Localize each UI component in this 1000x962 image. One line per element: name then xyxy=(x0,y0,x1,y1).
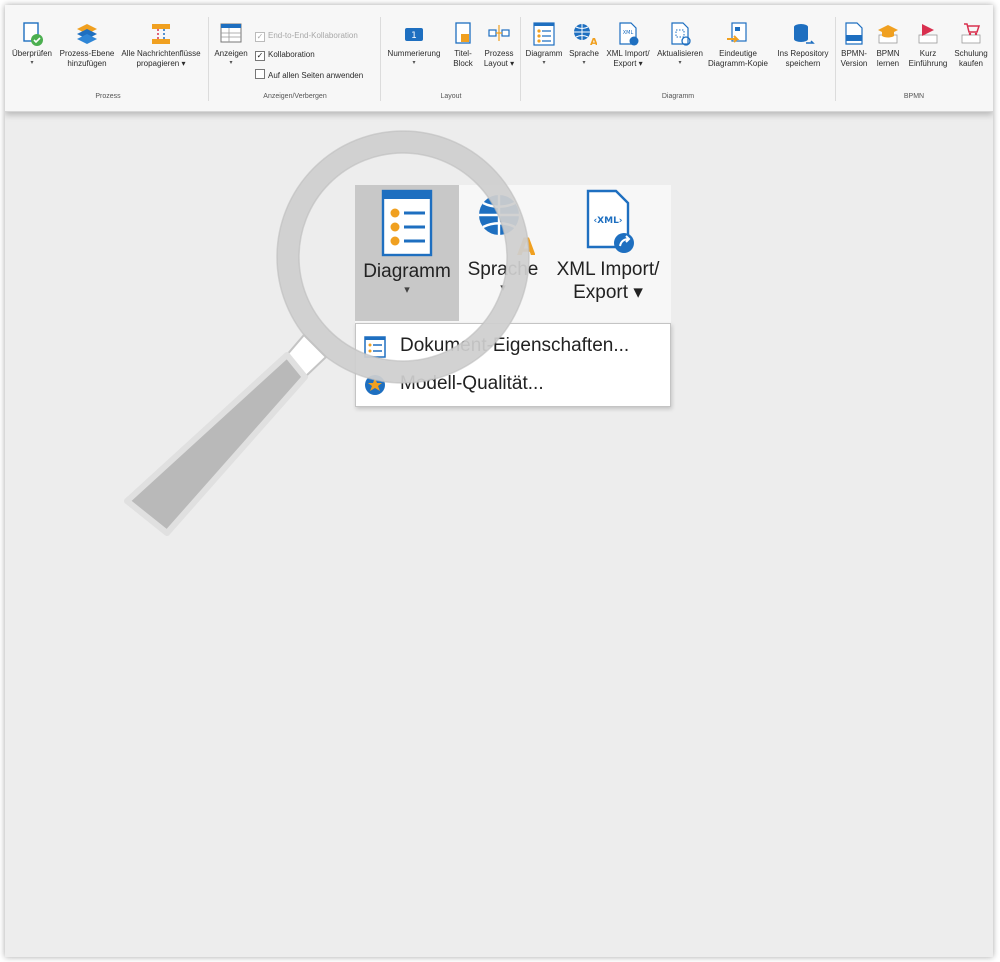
app-frame: Überprüfen ▾ Prozess-Ebene hinzufügen Al… xyxy=(5,5,993,957)
magnifier-icon xyxy=(124,130,530,536)
